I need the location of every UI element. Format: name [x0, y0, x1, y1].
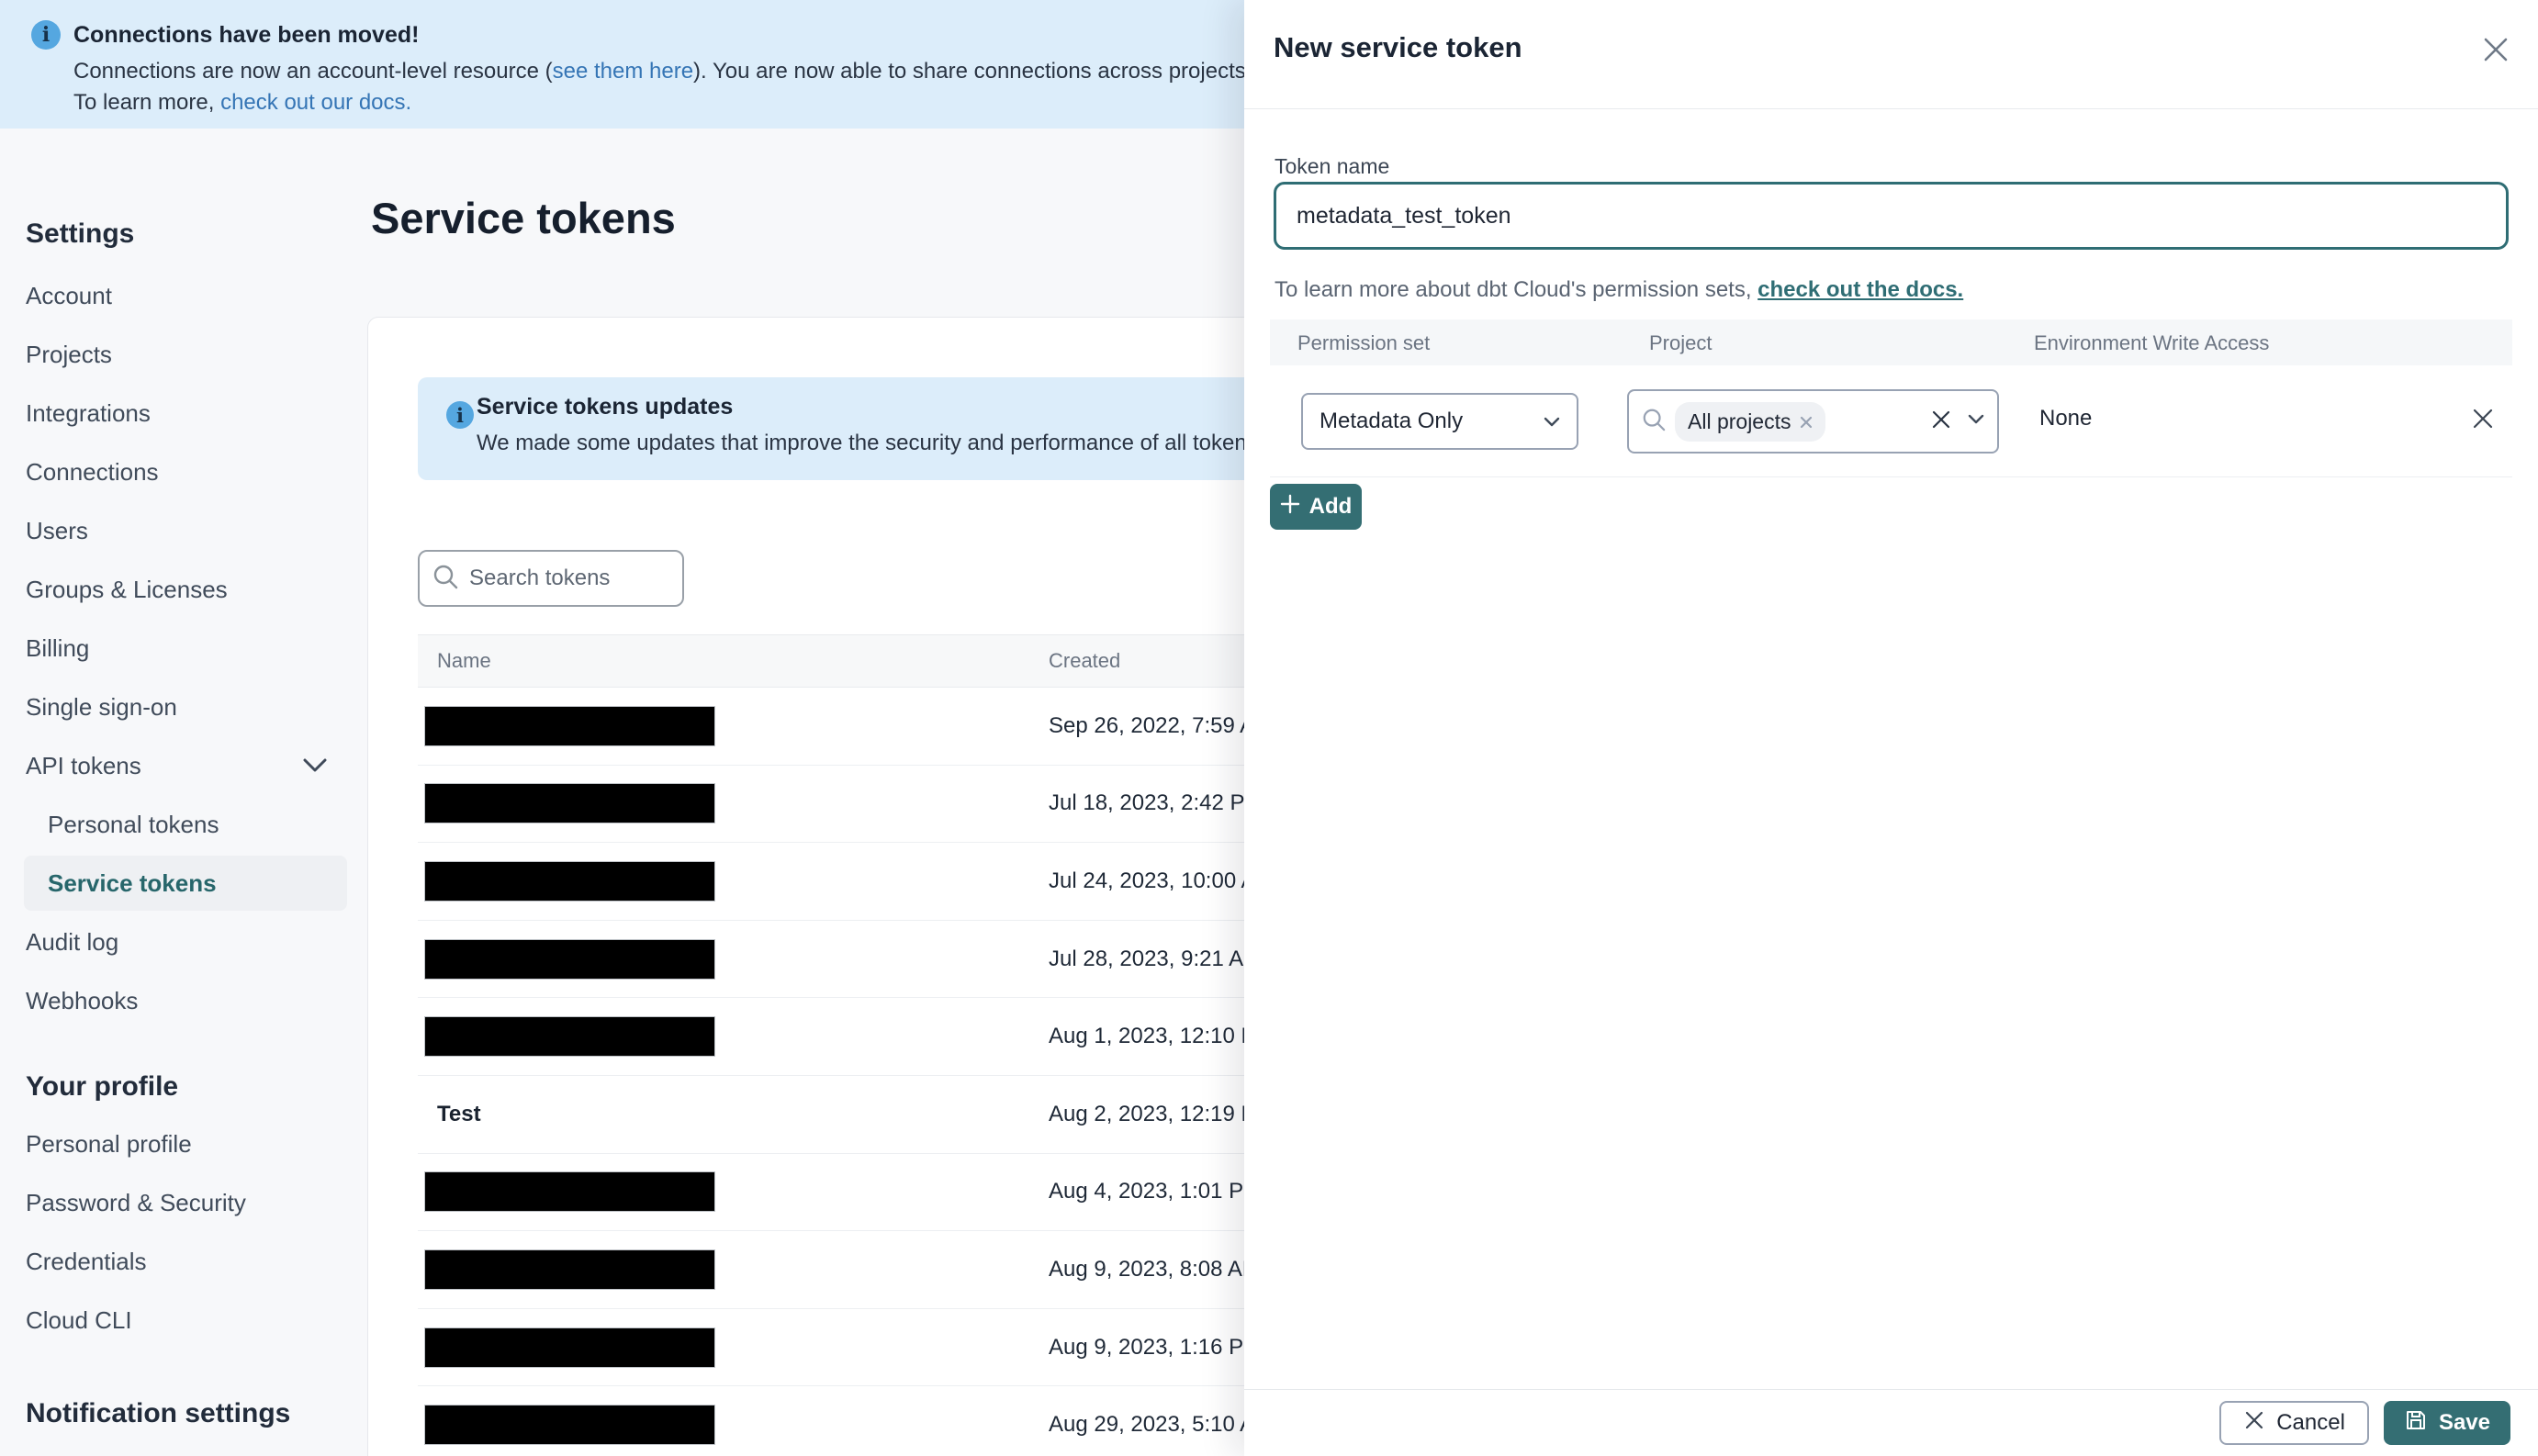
save-button-label: Save	[2438, 1410, 2490, 1435]
redacted-token-name	[424, 1405, 715, 1446]
permission-row: Metadata Only All projects None	[1270, 365, 2512, 477]
sidebar-item-audit-log[interactable]: Audit log	[0, 913, 367, 971]
sidebar-item-api-tokens-label: API tokens	[26, 751, 141, 779]
sidebar-heading-settings: Settings	[26, 218, 135, 249]
column-header-project: Project	[1649, 331, 1713, 354]
header-divider	[1244, 108, 2538, 109]
sidebar-item-single-sign-on[interactable]: Single sign-on	[0, 678, 367, 736]
sidebar-item-api-tokens[interactable]: API tokens	[0, 736, 367, 795]
search-icon	[432, 564, 458, 594]
add-permission-button[interactable]: Add	[1270, 484, 1362, 530]
column-header-environment-write-access: Environment Write Access	[2034, 331, 2270, 354]
banner-body-pre: Connections are now an account-level res…	[73, 59, 553, 84]
banner-footer: To learn more, check out our docs.	[73, 90, 411, 116]
notice-body: We made some updates that improve the se…	[477, 431, 1338, 455]
redacted-token-name	[424, 783, 715, 824]
sidebar-item-personal-profile[interactable]: Personal profile	[0, 1114, 367, 1173]
add-button-label: Add	[1308, 494, 1353, 519]
sidebar-item-personal-tokens[interactable]: Personal tokens	[0, 795, 367, 854]
help-text-pre: To learn more about dbt Cloud's permissi…	[1275, 277, 1758, 302]
permission-set-select[interactable]: Metadata Only	[1301, 393, 1578, 450]
page-title: Service tokens	[371, 194, 676, 242]
sidebar-item-credentials[interactable]: Credentials	[0, 1232, 367, 1291]
cancel-button[interactable]: Cancel	[2219, 1401, 2369, 1445]
permission-help-text: To learn more about dbt Cloud's permissi…	[1275, 277, 1963, 303]
redacted-token-name	[424, 938, 715, 980]
banner-footer-pre: To learn more,	[73, 90, 221, 115]
clear-selection-icon[interactable]	[1931, 409, 1951, 434]
settings-sidebar: Settings Account Projects Integrations C…	[0, 129, 367, 1456]
project-multiselect[interactable]: All projects	[1627, 389, 1999, 454]
redacted-token-name	[424, 705, 715, 746]
token-name-label: Token name	[1275, 154, 1390, 178]
search-tokens-input[interactable]	[469, 566, 669, 591]
close-icon[interactable]	[2477, 31, 2514, 68]
chip-label: All projects	[1688, 409, 1791, 433]
sidebar-item-projects[interactable]: Projects	[0, 325, 367, 384]
redacted-token-name	[424, 1016, 715, 1058]
column-header-name: Name	[437, 649, 491, 672]
new-service-token-drawer: New service token Token name To learn mo…	[1244, 0, 2538, 1456]
chip-remove-icon[interactable]	[1800, 409, 1813, 434]
chevron-down-icon[interactable]	[1968, 413, 1984, 430]
redacted-token-name	[424, 860, 715, 902]
sidebar-heading-notification-settings: Notification settings	[26, 1398, 291, 1428]
info-icon: i	[446, 401, 474, 429]
sidebar-item-connections[interactable]: Connections	[0, 442, 367, 501]
search-icon	[1642, 408, 1666, 436]
all-projects-chip[interactable]: All projects	[1675, 401, 1826, 442]
info-icon: i	[31, 20, 61, 50]
sidebar-item-password-security[interactable]: Password & Security	[0, 1173, 367, 1232]
close-icon	[2243, 1409, 2265, 1438]
sidebar-item-service-tokens[interactable]: Service tokens	[24, 856, 347, 911]
dbt-cloud-settings-page: i Connections have been moved! Connectio…	[0, 0, 2538, 1456]
token-name-input[interactable]	[1274, 182, 2509, 250]
see-them-here-link[interactable]: see them here	[553, 59, 693, 84]
redacted-token-name	[424, 1327, 715, 1368]
token-name: Test	[437, 1101, 481, 1126]
notice-title: Service tokens updates	[477, 394, 734, 420]
chevron-down-icon	[1544, 409, 1560, 434]
sidebar-item-integrations[interactable]: Integrations	[0, 384, 367, 442]
redacted-token-name	[424, 1171, 715, 1213]
banner-title: Connections have been moved!	[73, 22, 420, 48]
column-header-permission-set: Permission set	[1297, 331, 1431, 354]
search-tokens-box[interactable]	[418, 550, 684, 607]
cancel-button-label: Cancel	[2276, 1410, 2345, 1435]
save-button[interactable]: Save	[2383, 1401, 2510, 1445]
sidebar-item-account[interactable]: Account	[0, 266, 367, 325]
redacted-token-name	[424, 1249, 715, 1290]
plus-icon	[1280, 494, 1300, 521]
drawer-title: New service token	[1274, 31, 1522, 63]
sidebar-heading-your-profile: Your profile	[26, 1071, 179, 1102]
check-out-docs-link[interactable]: check out the docs.	[1758, 277, 1963, 302]
banner-body: Connections are now an account-level res…	[73, 59, 1437, 84]
sidebar-item-billing[interactable]: Billing	[0, 619, 367, 678]
chevron-down-icon	[303, 758, 327, 773]
drawer-footer: Cancel Save	[1244, 1389, 2538, 1456]
remove-row-icon[interactable]	[2466, 402, 2499, 435]
sidebar-item-cloud-cli[interactable]: Cloud CLI	[0, 1291, 367, 1350]
sidebar-item-webhooks[interactable]: Webhooks	[0, 971, 367, 1030]
environment-write-access-value: None	[2039, 406, 2093, 431]
sidebar-item-users[interactable]: Users	[0, 501, 367, 560]
check-docs-link[interactable]: check out our docs.	[220, 90, 411, 115]
save-disk-icon	[2404, 1408, 2428, 1439]
sidebar-item-groups-licenses[interactable]: Groups & Licenses	[0, 560, 367, 619]
permission-set-value: Metadata Only	[1320, 409, 1464, 433]
permission-table-header: Permission set Project Environment Write…	[1270, 319, 2512, 365]
